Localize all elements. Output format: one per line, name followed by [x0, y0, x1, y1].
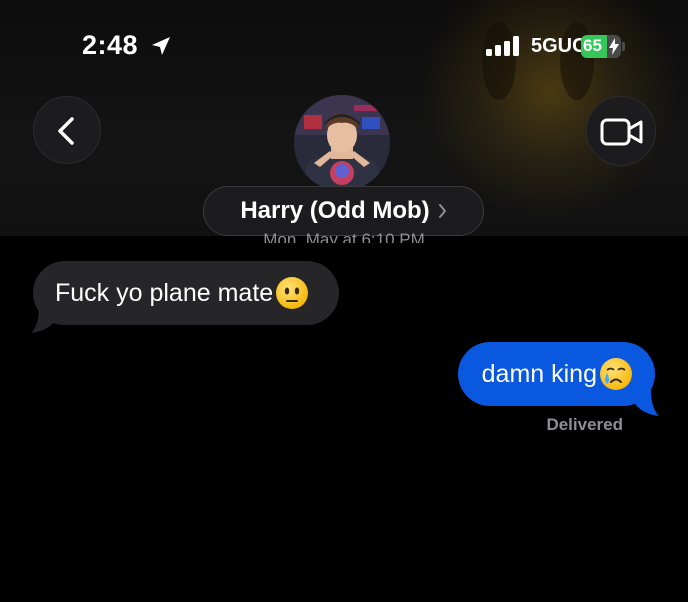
- charging-bolt-icon: [609, 38, 619, 55]
- wallpaper-eye-right: [560, 22, 594, 100]
- message-text: damn king: [481, 359, 597, 388]
- chevron-left-icon: [58, 117, 74, 145]
- status-time: 2:48: [82, 30, 139, 60]
- crying-face-emoji-icon: [600, 358, 632, 390]
- delivery-status: Delivered: [546, 415, 623, 434]
- bubble-tail: [31, 307, 55, 333]
- contact-avatar[interactable]: [294, 95, 390, 191]
- video-call-button[interactable]: [586, 96, 656, 166]
- neutral-face-emoji-icon: [276, 277, 309, 309]
- message-timestamp: Mon, May at 6:10 PM: [263, 230, 425, 243]
- battery-cap: [622, 42, 625, 51]
- avatar-photo: [294, 95, 390, 191]
- bubble-tail: [635, 390, 659, 416]
- back-button[interactable]: [33, 96, 101, 164]
- incoming-message-bubble[interactable]: Fuck yo plane mate: [31, 261, 340, 333]
- contact-name: Harry (Odd Mob): [240, 197, 430, 224]
- wallpaper-eye-left: [482, 22, 516, 100]
- battery-icon: 65: [581, 35, 627, 58]
- outgoing-message-bubble[interactable]: damn king: [457, 342, 659, 416]
- chevron-right-icon: [438, 204, 446, 218]
- location-arrow-icon: [152, 37, 170, 55]
- cellular-signal-icon: [486, 36, 519, 56]
- message-text: Fuck yo plane mate: [55, 278, 274, 307]
- video-camera-icon: [600, 118, 643, 146]
- network-type: 5GUC: [531, 35, 587, 57]
- battery-percent: 65: [583, 36, 602, 55]
